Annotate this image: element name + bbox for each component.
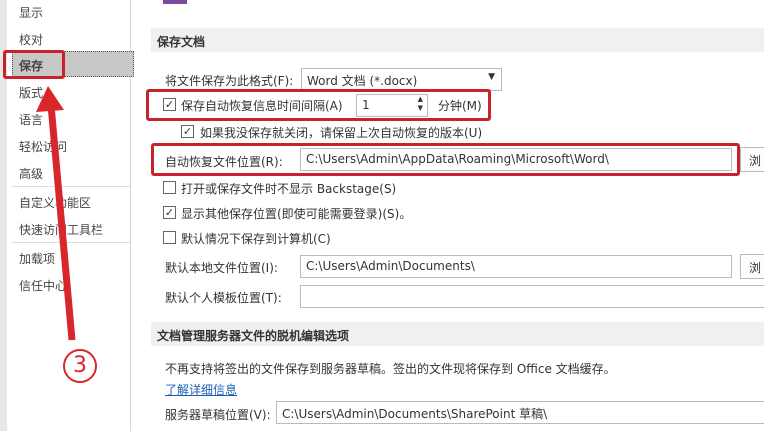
- arrow-shaft: [47, 104, 76, 341]
- step-number: 3: [73, 353, 87, 378]
- red-arrow-annotation: [36, 86, 97, 383]
- arrow-head: [36, 86, 64, 112]
